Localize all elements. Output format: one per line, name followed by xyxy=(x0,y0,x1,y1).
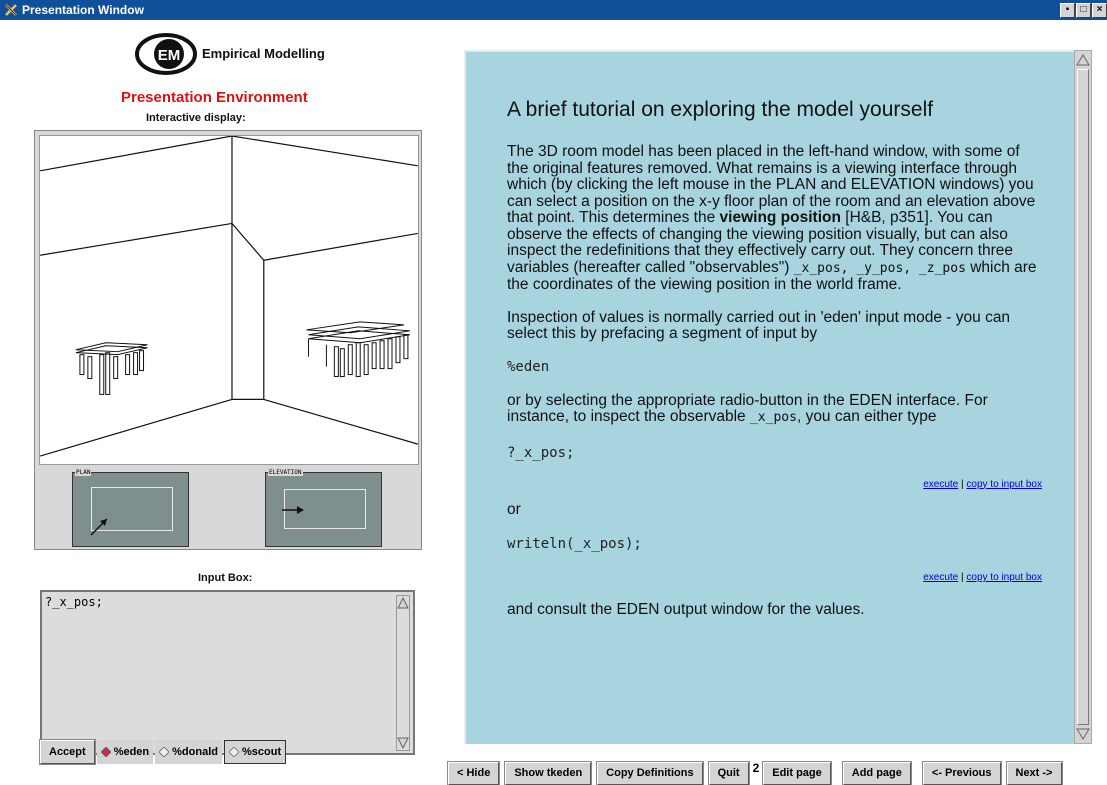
x-pos-code: _x_pos xyxy=(749,410,797,425)
tutorial-panel[interactable]: A brief tutorial on exploring the model … xyxy=(464,50,1074,744)
execute-link[interactable]: execute xyxy=(923,479,958,490)
edit-page-button[interactable]: Edit page xyxy=(763,761,831,785)
logo-line-2: Presentation Environment xyxy=(121,89,308,106)
radio-eden-label: %eden xyxy=(113,746,150,758)
logo-line-1: Empirical Modelling xyxy=(202,46,325,61)
left-column: EM Empirical Modelling Presentation Envi… xyxy=(0,20,440,785)
input-box[interactable]: ?_x_pos; xyxy=(40,590,415,755)
add-page-button[interactable]: Add page xyxy=(842,761,911,785)
window-title: Presentation Window xyxy=(22,3,144,17)
plan-view[interactable]: PLAN xyxy=(72,469,189,547)
copy-to-input-link[interactable]: copy to input box xyxy=(966,479,1042,490)
paragraph-radio: or by selecting the appropriate radio-bu… xyxy=(507,391,988,425)
tutorial-title: A brief tutorial on exploring the model … xyxy=(507,98,934,121)
radio-unselected-icon xyxy=(229,747,239,757)
radio-eden[interactable]: %eden xyxy=(96,740,154,764)
input-box-caption: Input Box: xyxy=(198,572,253,584)
code-links-2: execute | copy to input box xyxy=(923,572,1042,583)
empirical-modelling-logo: EM Empirical Modelling xyxy=(130,32,340,84)
scroll-down-arrow-icon[interactable] xyxy=(397,736,409,750)
scroll-up-arrow-icon[interactable] xyxy=(1076,53,1090,67)
maximize-button[interactable]: □ xyxy=(1076,2,1091,18)
plan-label: PLAN xyxy=(75,469,92,476)
elevation-arrow-icon xyxy=(282,506,304,514)
navigation-bar: < Hide Show tkeden Copy Definitions Quit… xyxy=(448,761,1062,785)
or-text: or xyxy=(507,500,521,518)
minimize-button[interactable]: ▪ xyxy=(1060,2,1075,18)
input-box-text[interactable]: ?_x_pos; xyxy=(45,595,103,609)
room-3d-view[interactable] xyxy=(39,135,419,465)
tutorial-content: A brief tutorial on exploring the model … xyxy=(507,98,1042,619)
code-eden: %eden xyxy=(507,358,550,375)
accept-button[interactable]: Accept xyxy=(40,740,95,764)
scroll-down-arrow-icon[interactable] xyxy=(1076,727,1090,741)
plan-arrow-icon xyxy=(90,518,108,536)
app-x-icon xyxy=(5,4,17,16)
display-caption: Interactive display: xyxy=(146,112,246,124)
radio-scout-label: %scout xyxy=(242,746,282,758)
next-button[interactable]: Next -> xyxy=(1006,761,1062,785)
elevation-view[interactable]: ELEVATION xyxy=(265,469,382,547)
previous-button[interactable]: <- Previous xyxy=(922,761,1001,785)
radio-scout[interactable]: %scout xyxy=(224,740,287,764)
scroll-thumb[interactable] xyxy=(1077,69,1089,725)
code-links-1: execute | copy to input box xyxy=(923,478,1042,490)
input-mode-controls: Accept %eden %donald %scout xyxy=(40,740,287,764)
paragraph-intro: The 3D room model has been placed in the… xyxy=(507,143,1037,293)
em-eye-logo-icon: EM xyxy=(135,33,197,75)
radio-donald-label: %donald xyxy=(172,746,218,758)
input-box-scrollbar[interactable] xyxy=(396,595,410,751)
paragraph-consult: and consult the EDEN output window for t… xyxy=(507,601,865,618)
copy-to-input-link[interactable]: copy to input box xyxy=(966,572,1042,583)
copy-definitions-button[interactable]: Copy Definitions xyxy=(597,761,703,785)
tutorial-scrollbar[interactable] xyxy=(1074,50,1092,744)
show-tkeden-button[interactable]: Show tkeden xyxy=(505,761,592,785)
code-writeln-x-pos: writeln(_x_pos); xyxy=(507,536,642,552)
radio-unselected-icon xyxy=(159,747,170,757)
code-query-x-pos: ?_x_pos; xyxy=(507,444,575,461)
elevation-label: ELEVATION xyxy=(268,469,303,476)
svg-text:EM: EM xyxy=(158,47,181,64)
observables-code: _x_pos, _y_pos, _z_pos xyxy=(793,260,966,276)
scroll-up-arrow-icon[interactable] xyxy=(397,596,409,610)
paragraph-inspection: Inspection of values is normally carried… xyxy=(507,308,1011,342)
radio-selected-icon xyxy=(100,747,111,757)
execute-link[interactable]: execute xyxy=(923,572,958,583)
close-button[interactable]: × xyxy=(1092,2,1107,18)
radio-donald[interactable]: %donald xyxy=(155,740,222,764)
quit-button[interactable]: Quit xyxy=(708,761,749,785)
window-titlebar[interactable]: Presentation Window ▪ □ × xyxy=(0,0,1107,20)
interactive-display[interactable]: PLAN ELEVATION xyxy=(34,130,422,550)
page-number: 2 xyxy=(752,761,760,775)
hide-button[interactable]: < Hide xyxy=(448,761,500,785)
viewing-position-bold: viewing position xyxy=(719,209,841,226)
